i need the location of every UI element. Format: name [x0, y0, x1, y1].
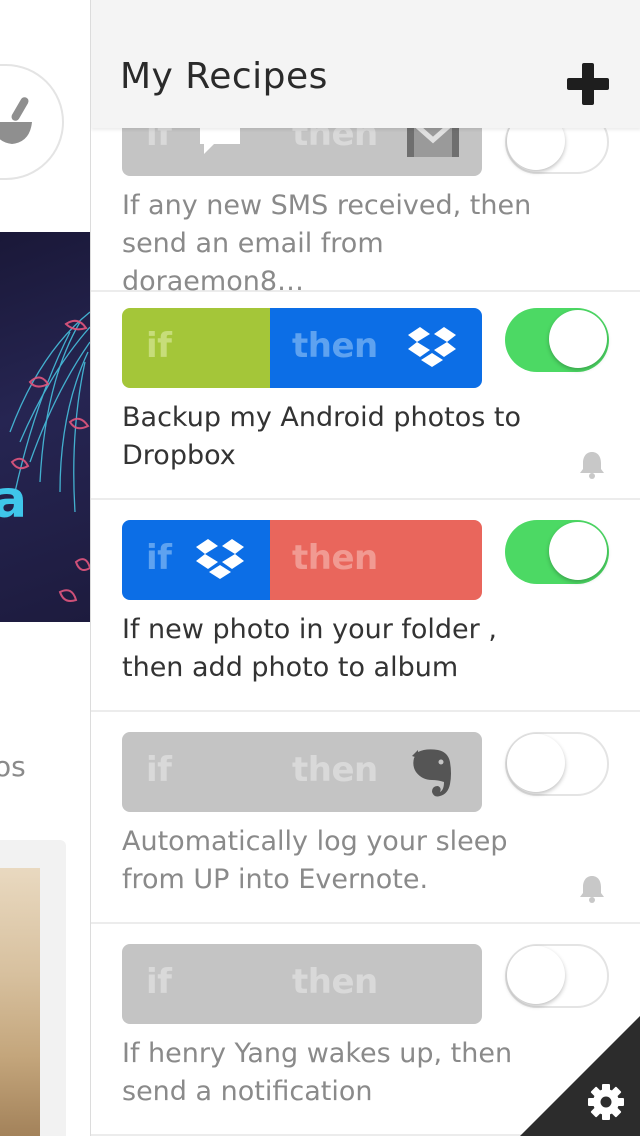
trigger-channel: if [122, 732, 270, 812]
action-channel: then [270, 732, 482, 812]
recipe-toggle[interactable] [505, 520, 609, 584]
action-channel: then [270, 308, 482, 388]
notification-bell-icon[interactable] [578, 450, 606, 480]
gear-icon [588, 1084, 624, 1120]
food-photo [0, 868, 40, 1136]
recipe-description: If any new SMS received, then send an em… [122, 190, 532, 297]
trigger-channel: if [122, 944, 270, 1024]
header: My Recipes [91, 0, 640, 128]
evernote-icon [412, 749, 451, 797]
then-label: then [292, 326, 378, 366]
then-label: then [292, 962, 378, 1002]
toggle-knob [549, 522, 607, 580]
recipe-toggle[interactable] [505, 732, 609, 796]
dropbox-icon [196, 539, 244, 579]
hero-title-fragment: a [0, 470, 28, 530]
add-recipe-button[interactable] [567, 62, 611, 106]
action-channel: then [270, 520, 482, 600]
if-label: if [146, 962, 172, 1002]
recipe-pill[interactable]: if then [122, 944, 482, 1024]
recipe-item[interactable]: if then Automatically log your sleep fro… [91, 712, 640, 924]
recipe-pill[interactable]: if then [122, 308, 482, 388]
recipe-description: Backup my Android photos to Dropbox [122, 402, 522, 471]
recipe-pill[interactable]: if then [122, 520, 482, 600]
trigger-channel: if [122, 308, 270, 388]
trigger-channel: if [122, 520, 270, 600]
then-label: then [292, 538, 378, 578]
mortar-pestle-logo [0, 66, 62, 178]
recipe-pill[interactable]: if then [122, 732, 482, 812]
partial-label: os [0, 750, 26, 783]
settings-button[interactable] [520, 1016, 640, 1136]
hero-artwork [0, 232, 90, 622]
my-recipes-panel: if then If any new SMS received, then se… [90, 0, 640, 1136]
toggle-knob [549, 310, 607, 368]
if-label: if [146, 750, 172, 790]
page-title: My Recipes [120, 56, 328, 97]
notification-bell-icon[interactable] [578, 874, 606, 904]
mortar-pestle-icon [0, 97, 32, 144]
if-label: if [146, 326, 172, 366]
recipe-description: If new photo in your folder , then add p… [122, 614, 497, 683]
dropbox-icon [408, 327, 456, 367]
recipe-toggle[interactable] [505, 944, 609, 1008]
recipe-description: If henry Yang wakes up, then send a noti… [122, 1038, 513, 1107]
feather-artwork [9, 311, 90, 602]
toggle-knob [507, 946, 565, 1004]
action-channel: then [270, 944, 482, 1024]
then-label: then [292, 750, 378, 790]
recipe-toggle[interactable] [505, 308, 609, 372]
recipe-item[interactable]: if then If new photo in your folder , th [91, 500, 640, 712]
recipe-item[interactable]: if then Backup my Android photos to Drop [91, 288, 640, 500]
if-label: if [146, 538, 172, 578]
background-screen: a os [0, 0, 90, 1136]
toggle-knob [507, 734, 565, 792]
recipe-description: Automatically log your sleep from UP int… [122, 826, 508, 895]
